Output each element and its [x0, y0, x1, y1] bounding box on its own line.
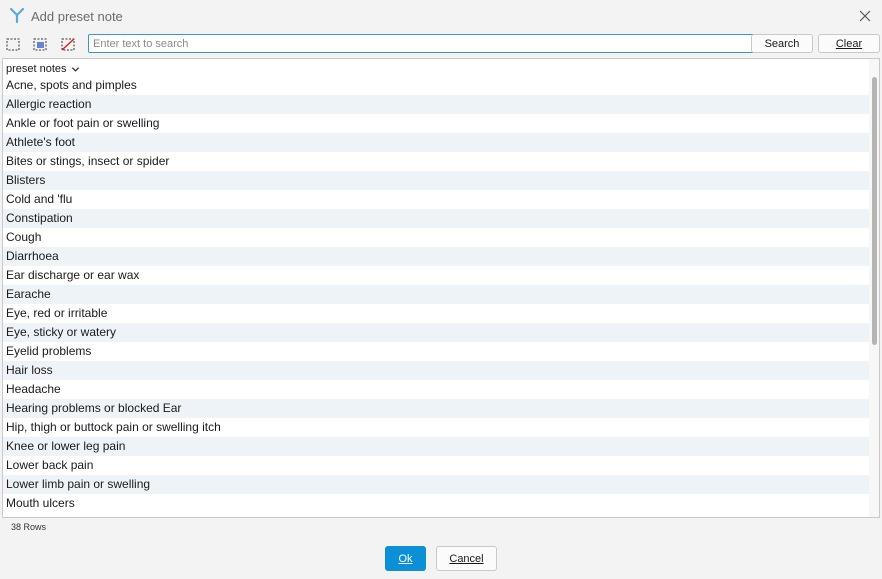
close-button[interactable]	[854, 5, 876, 27]
chevron-down-icon	[71, 66, 79, 72]
cancel-button[interactable]: Cancel	[436, 546, 497, 571]
list-item[interactable]: Allergic reaction	[3, 95, 869, 114]
app-logo-icon	[9, 7, 25, 24]
list-item[interactable]: Hair loss	[3, 361, 869, 380]
list-item[interactable]: Mouth ulcers	[3, 494, 869, 513]
list-item[interactable]: Cold and 'flu	[3, 190, 869, 209]
list-item[interactable]: Ankle or foot pain or swelling	[3, 114, 869, 133]
search-button[interactable]: Search	[751, 34, 813, 53]
list-item[interactable]: Eyelid problems	[3, 342, 869, 361]
scrollbar-thumb[interactable]	[872, 77, 877, 345]
list-item[interactable]: Acne, spots and pimples	[3, 76, 869, 95]
list-item[interactable]: Eye, red or irritable	[3, 304, 869, 323]
list-item[interactable]: Lower limb pain or swelling	[3, 475, 869, 494]
list-item[interactable]: Blisters	[3, 171, 869, 190]
list-item[interactable]: Eye, sticky or watery	[3, 323, 869, 342]
list-item[interactable]: Bites or stings, insect or spider	[3, 152, 869, 171]
scrollbar[interactable]	[869, 59, 879, 517]
row-count: 38 Rows	[11, 522, 47, 532]
list-item[interactable]: Hip, thigh or buttock pain or swelling i…	[3, 418, 869, 437]
list-item[interactable]: Knee or lower leg pain	[3, 437, 869, 456]
toolbar: Search Clear	[0, 32, 882, 56]
list-item[interactable]: Headache	[3, 380, 869, 399]
list-item[interactable]: Lower back pain	[3, 456, 869, 475]
window-title: Add preset note	[31, 9, 123, 24]
clear-button[interactable]: Clear	[818, 34, 880, 53]
list-item[interactable]: Diarrhoea	[3, 247, 869, 266]
preset-notes-list: preset notes Acne, spots and pimples Alle…	[2, 58, 880, 518]
list-header[interactable]: preset notes	[6, 62, 80, 76]
list-item[interactable]: Cough	[3, 228, 869, 247]
select-range-icon[interactable]	[30, 34, 50, 54]
ok-button[interactable]: Ok	[385, 546, 426, 571]
search-input[interactable]	[88, 34, 755, 53]
title-bar: Add preset note	[0, 0, 882, 32]
list-item[interactable]: Athlete's foot	[3, 133, 869, 152]
list-item[interactable]: Ear discharge or ear wax	[3, 266, 869, 285]
close-icon	[859, 10, 871, 22]
list-rows: Acne, spots and pimples Allergic reaction…	[3, 76, 869, 513]
list-item[interactable]: Earache	[3, 285, 869, 304]
list-item[interactable]: Hearing problems or blocked Ear	[3, 399, 869, 418]
select-all-icon[interactable]	[3, 34, 23, 54]
deselect-icon[interactable]	[58, 34, 78, 54]
list-header-label: preset notes	[6, 63, 67, 75]
list-item[interactable]: Constipation	[3, 209, 869, 228]
